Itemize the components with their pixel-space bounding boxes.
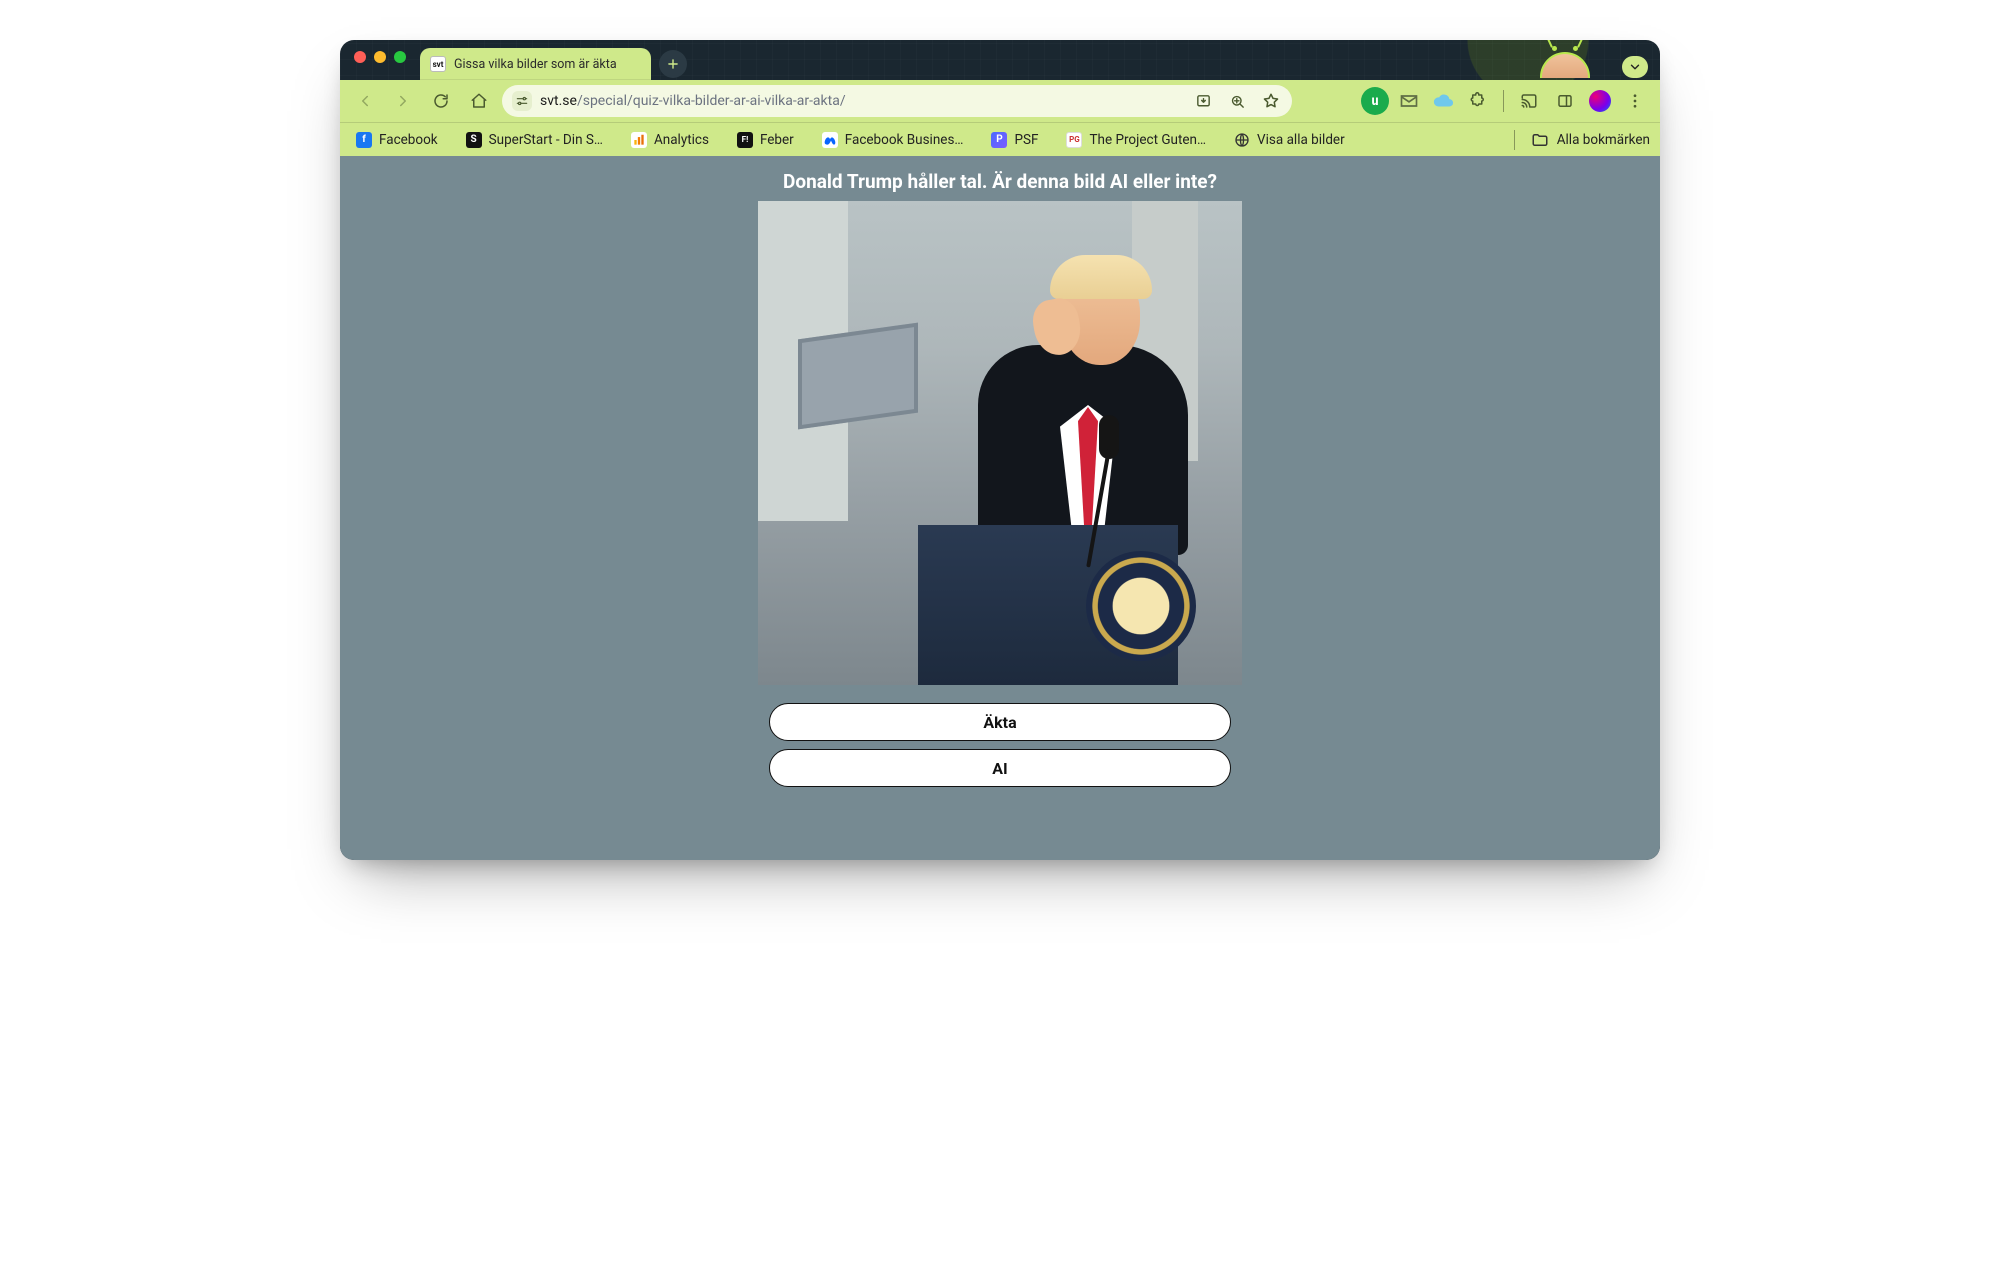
bookmark-analytics[interactable]: Analytics <box>625 128 715 152</box>
minimize-window-button[interactable] <box>374 51 386 63</box>
puzzle-icon <box>1469 92 1487 110</box>
superstart-icon: S <box>466 132 482 148</box>
menu-icon <box>1626 92 1644 110</box>
back-icon <box>356 92 374 110</box>
zoom-icon <box>1229 93 1246 110</box>
install-icon <box>1195 93 1212 110</box>
back-button[interactable] <box>350 86 380 116</box>
bookmark-label: Analytics <box>654 132 709 148</box>
close-tab-button[interactable] <box>625 56 641 72</box>
feber-icon: F! <box>737 132 753 148</box>
zoom-button[interactable] <box>1224 88 1250 114</box>
new-tab-button[interactable] <box>659 50 687 78</box>
gutenberg-icon: PG <box>1066 132 1082 148</box>
bookmark-label: SuperStart - Din S… <box>489 132 603 148</box>
all-bookmarks-button[interactable]: Alla bokmärken <box>1531 131 1650 149</box>
browser-window: svt Gissa vilka bilder som är äkta svt.s… <box>340 40 1660 860</box>
url-path: /special/quiz-vilka-bilder-ar-ai-vilka-a… <box>577 93 846 109</box>
site-settings-button[interactable] <box>512 91 532 111</box>
mail-icon <box>1399 91 1419 111</box>
profile-avatar[interactable] <box>1586 87 1614 115</box>
avatar-icon <box>1589 90 1611 112</box>
divider <box>1503 90 1504 112</box>
reload-icon <box>432 92 450 110</box>
close-window-button[interactable] <box>354 51 366 63</box>
bookmark-label: Facebook Busines… <box>845 132 964 148</box>
extension-mail[interactable] <box>1395 87 1423 115</box>
extension-ublock[interactable]: u <box>1361 87 1389 115</box>
home-icon <box>470 92 488 110</box>
bookmark-superstart[interactable]: S SuperStart - Din S… <box>460 128 609 152</box>
bookmark-feber[interactable]: F! Feber <box>731 128 800 152</box>
plus-icon <box>666 57 680 71</box>
cast-icon <box>1520 92 1538 110</box>
quiz-question: Donald Trump håller tal. Är denna bild A… <box>777 156 1223 201</box>
globe-icon <box>1234 132 1250 148</box>
psf-icon: P <box>991 132 1007 148</box>
chevron-down-icon <box>1628 60 1642 74</box>
u-plus-icon: u <box>1371 94 1379 109</box>
chrome-menu-button[interactable] <box>1620 86 1650 116</box>
sidepanel-button[interactable] <box>1550 86 1580 116</box>
zoom-window-button[interactable] <box>394 51 406 63</box>
star-icon <box>1262 92 1280 110</box>
bookmark-facebook[interactable]: f Facebook <box>350 128 444 152</box>
meta-icon <box>822 132 838 148</box>
toolbar: svt.se/special/quiz-vilka-bilder-ar-ai-v… <box>340 80 1660 122</box>
tab-list-button[interactable] <box>1622 56 1648 78</box>
bookmark-gutenberg[interactable]: PG The Project Guten… <box>1060 128 1212 152</box>
bookmark-visa-alla[interactable]: Visa alla bilder <box>1228 128 1351 152</box>
tab-title: Gissa vilka bilder som är äkta <box>454 57 617 72</box>
extensions-button[interactable] <box>1463 86 1493 116</box>
all-bookmarks-label: Alla bokmärken <box>1557 132 1650 148</box>
reload-button[interactable] <box>426 86 456 116</box>
close-icon <box>627 58 639 70</box>
forward-button[interactable] <box>388 86 418 116</box>
analytics-icon <box>631 132 647 148</box>
bookmark-label: Feber <box>760 132 794 148</box>
option-real-button[interactable]: Äkta <box>769 703 1231 741</box>
bookmarks-bar: f Facebook S SuperStart - Din S… Analyti… <box>340 122 1660 156</box>
cloud-icon <box>1432 90 1454 112</box>
bookmark-fb-business[interactable]: Facebook Busines… <box>816 128 970 152</box>
page-viewport[interactable]: Donald Trump håller tal. Är denna bild A… <box>340 156 1660 860</box>
sidepanel-icon <box>1556 92 1574 110</box>
option-ai-button[interactable]: AI <box>769 749 1231 787</box>
url-host: svt.se <box>540 93 577 109</box>
window-controls <box>352 40 412 80</box>
bookmark-label: Facebook <box>379 132 438 148</box>
omnibox[interactable]: svt.se/special/quiz-vilka-bilder-ar-ai-v… <box>502 85 1292 117</box>
tab-favicon: svt <box>430 56 446 72</box>
bookmark-psf[interactable]: P PSF <box>985 128 1044 152</box>
tab-active[interactable]: svt Gissa vilka bilder som är äkta <box>420 48 651 80</box>
tune-icon <box>515 94 529 108</box>
bookmark-label: Visa alla bilder <box>1257 132 1345 148</box>
url-text: svt.se/special/quiz-vilka-bilder-ar-ai-v… <box>540 93 1182 109</box>
bookmark-label: PSF <box>1014 132 1038 148</box>
install-app-button[interactable] <box>1190 88 1216 114</box>
quiz-options: Äkta AI <box>769 703 1231 787</box>
cast-button[interactable] <box>1514 86 1544 116</box>
bookmark-star-button[interactable] <box>1258 88 1284 114</box>
extension-cloud[interactable] <box>1429 87 1457 115</box>
tab-strip: svt Gissa vilka bilder som är äkta <box>340 40 1660 80</box>
quiz-image <box>758 201 1242 685</box>
quiz-column: Donald Trump håller tal. Är denna bild A… <box>758 156 1242 787</box>
facebook-icon: f <box>356 132 372 148</box>
forward-icon <box>394 92 412 110</box>
bookmark-label: The Project Guten… <box>1089 132 1206 148</box>
divider <box>1514 130 1515 150</box>
home-button[interactable] <box>464 86 494 116</box>
folder-icon <box>1531 131 1549 149</box>
